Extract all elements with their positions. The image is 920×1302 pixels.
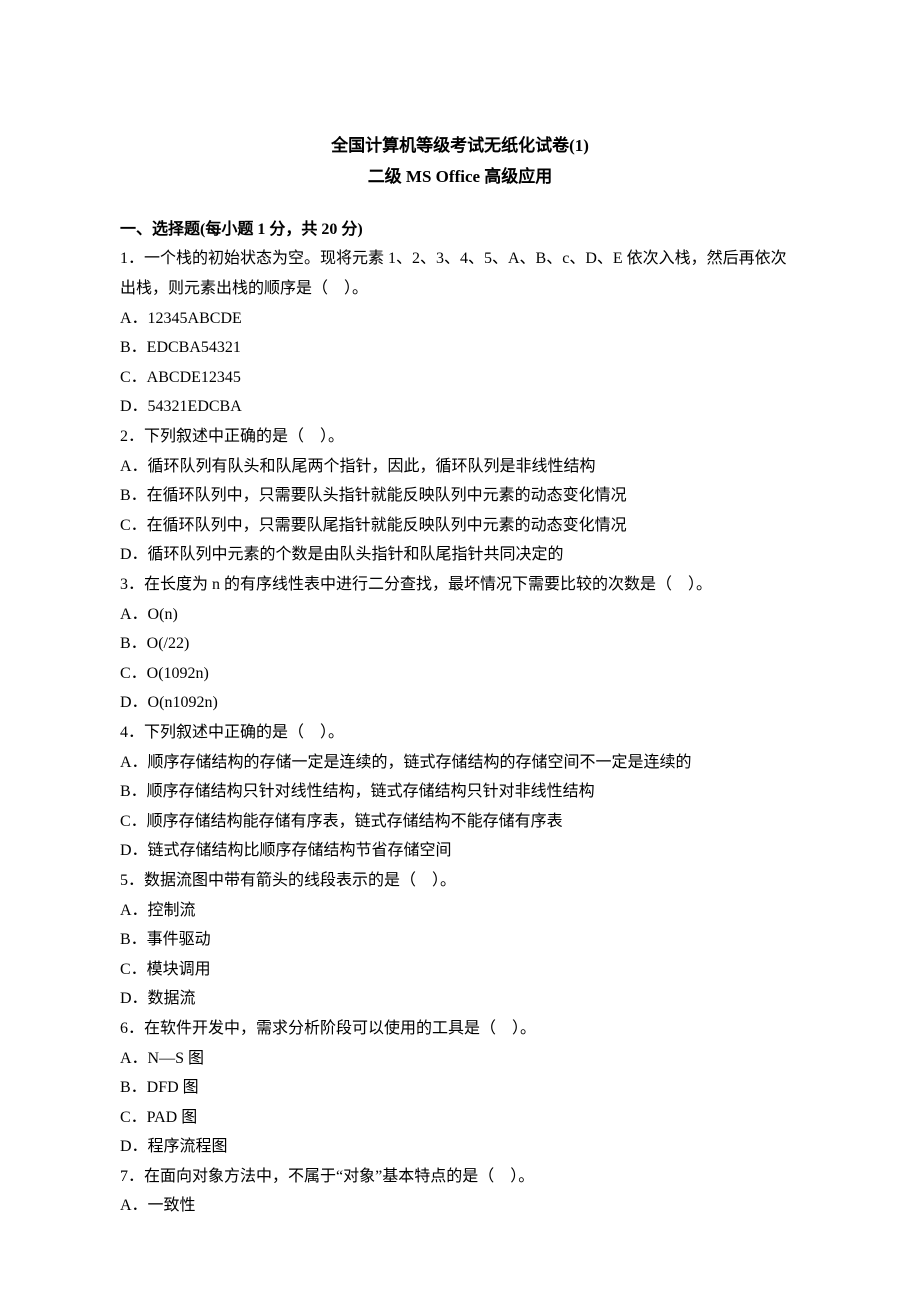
- question-option: C．顺序存储结构能存储有序表，链式存储结构不能存储有序表: [120, 807, 800, 837]
- document-page: 全国计算机等级考试无纸化试卷(1) 二级 MS Office 高级应用 一、选择…: [0, 0, 920, 1302]
- question-option: D．程序流程图: [120, 1132, 800, 1162]
- question-option: A．一致性: [120, 1191, 800, 1221]
- question-option: D．O(n1092n): [120, 688, 800, 718]
- question-option: C．PAD 图: [120, 1103, 800, 1133]
- question-stem: 3．在长度为 n 的有序线性表中进行二分查找，最坏情况下需要比较的次数是（ ）。: [120, 570, 800, 600]
- question-stem: 1．一个栈的初始状态为空。现将元素 1、2、3、4、5、A、B、c、D、E 依次…: [120, 244, 800, 303]
- question-option: A．循环队列有队头和队尾两个指针，因此，循环队列是非线性结构: [120, 452, 800, 482]
- question-option: B．DFD 图: [120, 1073, 800, 1103]
- question-option: C．O(1092n): [120, 659, 800, 689]
- section-heading: 一、选择题(每小题 1 分，共 20 分): [120, 215, 800, 245]
- question-stem: 4．下列叙述中正确的是（ ）。: [120, 718, 800, 748]
- question-stem: 7．在面向对象方法中，不属于“对象”基本特点的是（ ）。: [120, 1162, 800, 1192]
- question-option: B．事件驱动: [120, 925, 800, 955]
- question-option: D．循环队列中元素的个数是由队头指针和队尾指针共同决定的: [120, 540, 800, 570]
- question-option: A．12345ABCDE: [120, 304, 800, 334]
- question-option: D．链式存储结构比顺序存储结构节省存储空间: [120, 836, 800, 866]
- document-title: 全国计算机等级考试无纸化试卷(1): [120, 130, 800, 161]
- question-option: C．在循环队列中，只需要队尾指针就能反映队列中元素的动态变化情况: [120, 511, 800, 541]
- question-option: A．N—S 图: [120, 1044, 800, 1074]
- question-option: B．O(/22): [120, 629, 800, 659]
- question-option: B．EDCBA54321: [120, 333, 800, 363]
- document-subtitle: 二级 MS Office 高级应用: [120, 161, 800, 192]
- question-stem: 6．在软件开发中，需求分析阶段可以使用的工具是（ ）。: [120, 1014, 800, 1044]
- question-option: A．控制流: [120, 896, 800, 926]
- question-option: B．顺序存储结构只针对线性结构，链式存储结构只针对非线性结构: [120, 777, 800, 807]
- question-option: A．O(n): [120, 600, 800, 630]
- question-option: B．在循环队列中，只需要队头指针就能反映队列中元素的动态变化情况: [120, 481, 800, 511]
- question-stem: 2．下列叙述中正确的是（ ）。: [120, 422, 800, 452]
- question-stem: 5．数据流图中带有箭头的线段表示的是（ ）。: [120, 866, 800, 896]
- questions-container: 1．一个栈的初始状态为空。现将元素 1、2、3、4、5、A、B、c、D、E 依次…: [120, 244, 800, 1221]
- question-option: C．ABCDE12345: [120, 363, 800, 393]
- question-option: A．顺序存储结构的存储一定是连续的，链式存储结构的存储空间不一定是连续的: [120, 748, 800, 778]
- question-option: D．数据流: [120, 984, 800, 1014]
- question-option: C．模块调用: [120, 955, 800, 985]
- question-option: D．54321EDCBA: [120, 392, 800, 422]
